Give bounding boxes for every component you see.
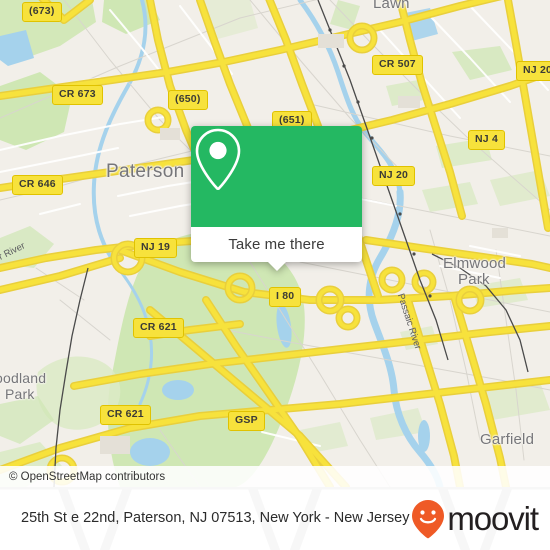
place-label-woodland-park: Park (5, 386, 35, 402)
location-popup[interactable]: Take me there (191, 126, 362, 271)
place-label-paterson: Paterson (106, 161, 185, 182)
road-shield-nj4[interactable]: NJ 4 (468, 130, 505, 150)
place-label-woodland: oodland (0, 370, 47, 386)
place-label-elmwood-park: Park (458, 271, 490, 288)
road-shield-cr621-south[interactable]: CR 621 (100, 405, 151, 425)
map-pin-icon (195, 128, 241, 191)
footer-bar: 25th St e 22nd, Paterson, NJ 07513, New … (0, 487, 550, 550)
popup-action-bar[interactable]: Take me there (191, 227, 362, 271)
popup-tail-pointer (266, 261, 287, 271)
place-label-elmwood: Elmwood (443, 255, 507, 272)
address-text: 25th St e 22nd, Paterson, NJ 07513, New … (21, 509, 410, 526)
road-shield-i80[interactable]: I 80 (269, 287, 302, 307)
place-label-lawn: Lawn (373, 0, 410, 12)
moovit-map-screenshot: .grn { fill:#cfe7b4; } .grn2{ fill:#dcea… (0, 0, 550, 550)
popup-header (191, 126, 362, 227)
road-shield-gsp[interactable]: GSP (228, 411, 265, 431)
openstreetmap-attribution[interactable]: © OpenStreetMap contributors (0, 471, 165, 483)
map-attribution-bar: © OpenStreetMap contributors (0, 466, 550, 487)
road-shield-cr621-north[interactable]: CR 621 (133, 318, 184, 338)
road-shield-cr673-alt[interactable]: (673) (22, 2, 62, 22)
take-me-there-label: Take me there (228, 236, 325, 253)
road-shield-nj20[interactable]: NJ 20 (372, 166, 416, 186)
road-shield-cr646[interactable]: CR 646 (12, 175, 63, 195)
road-shield-nj19[interactable]: NJ 19 (134, 238, 178, 258)
moovit-pin-smiley-icon (412, 499, 445, 538)
map-canvas[interactable]: .grn { fill:#cfe7b4; } .grn2{ fill:#dcea… (0, 0, 550, 487)
road-shield-cr673[interactable]: CR 673 (52, 85, 103, 105)
place-label-garfield: Garfield (480, 431, 535, 448)
road-shield-650[interactable]: (650) (168, 90, 208, 110)
road-shield-nj20-north[interactable]: NJ 20 (516, 61, 550, 81)
moovit-wordmark: moovit (447, 499, 539, 537)
road-shield-cr507[interactable]: CR 507 (372, 55, 423, 75)
moovit-brand[interactable]: moovit (411, 499, 539, 539)
